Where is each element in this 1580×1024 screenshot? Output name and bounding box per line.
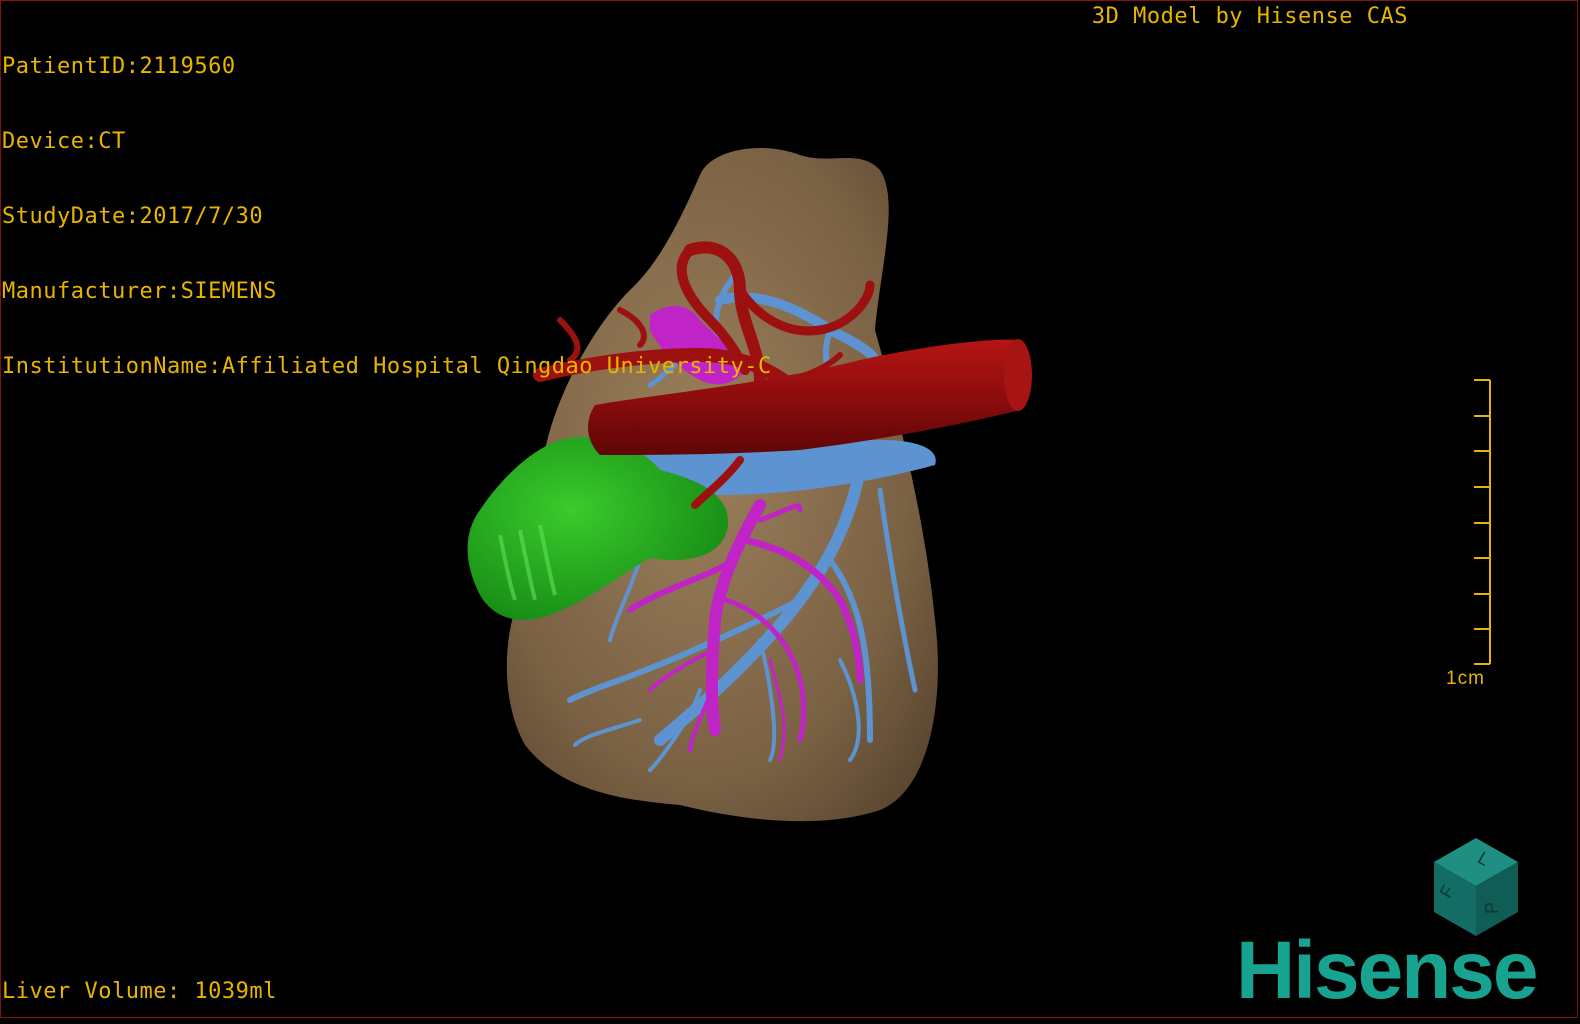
patient-id-text: PatientID:2119560 [2, 54, 236, 79]
cube-face-p: P [1482, 902, 1502, 914]
scale-bar-label: 1cm [1446, 668, 1485, 689]
scale-bar [1474, 379, 1491, 665]
model-credit-text: 3D Model by Hisense CAS [1091, 4, 1408, 29]
ivc-end [1004, 339, 1032, 411]
hisense-logo: Hisense [1236, 925, 1539, 1016]
manufacturer-text: Manufacturer:SIEMENS [2, 279, 277, 304]
institution-text: InstitutionName:Affiliated Hospital Qing… [2, 354, 772, 379]
study-info: PatientID:2119560 Device:CT StudyDate:20… [2, 4, 772, 404]
study-date-text: StudyDate:2017/7/30 [2, 204, 264, 229]
device-text: Device:CT [2, 129, 126, 154]
liver-volume-text: Liver Volume: 1039ml [2, 979, 277, 1004]
